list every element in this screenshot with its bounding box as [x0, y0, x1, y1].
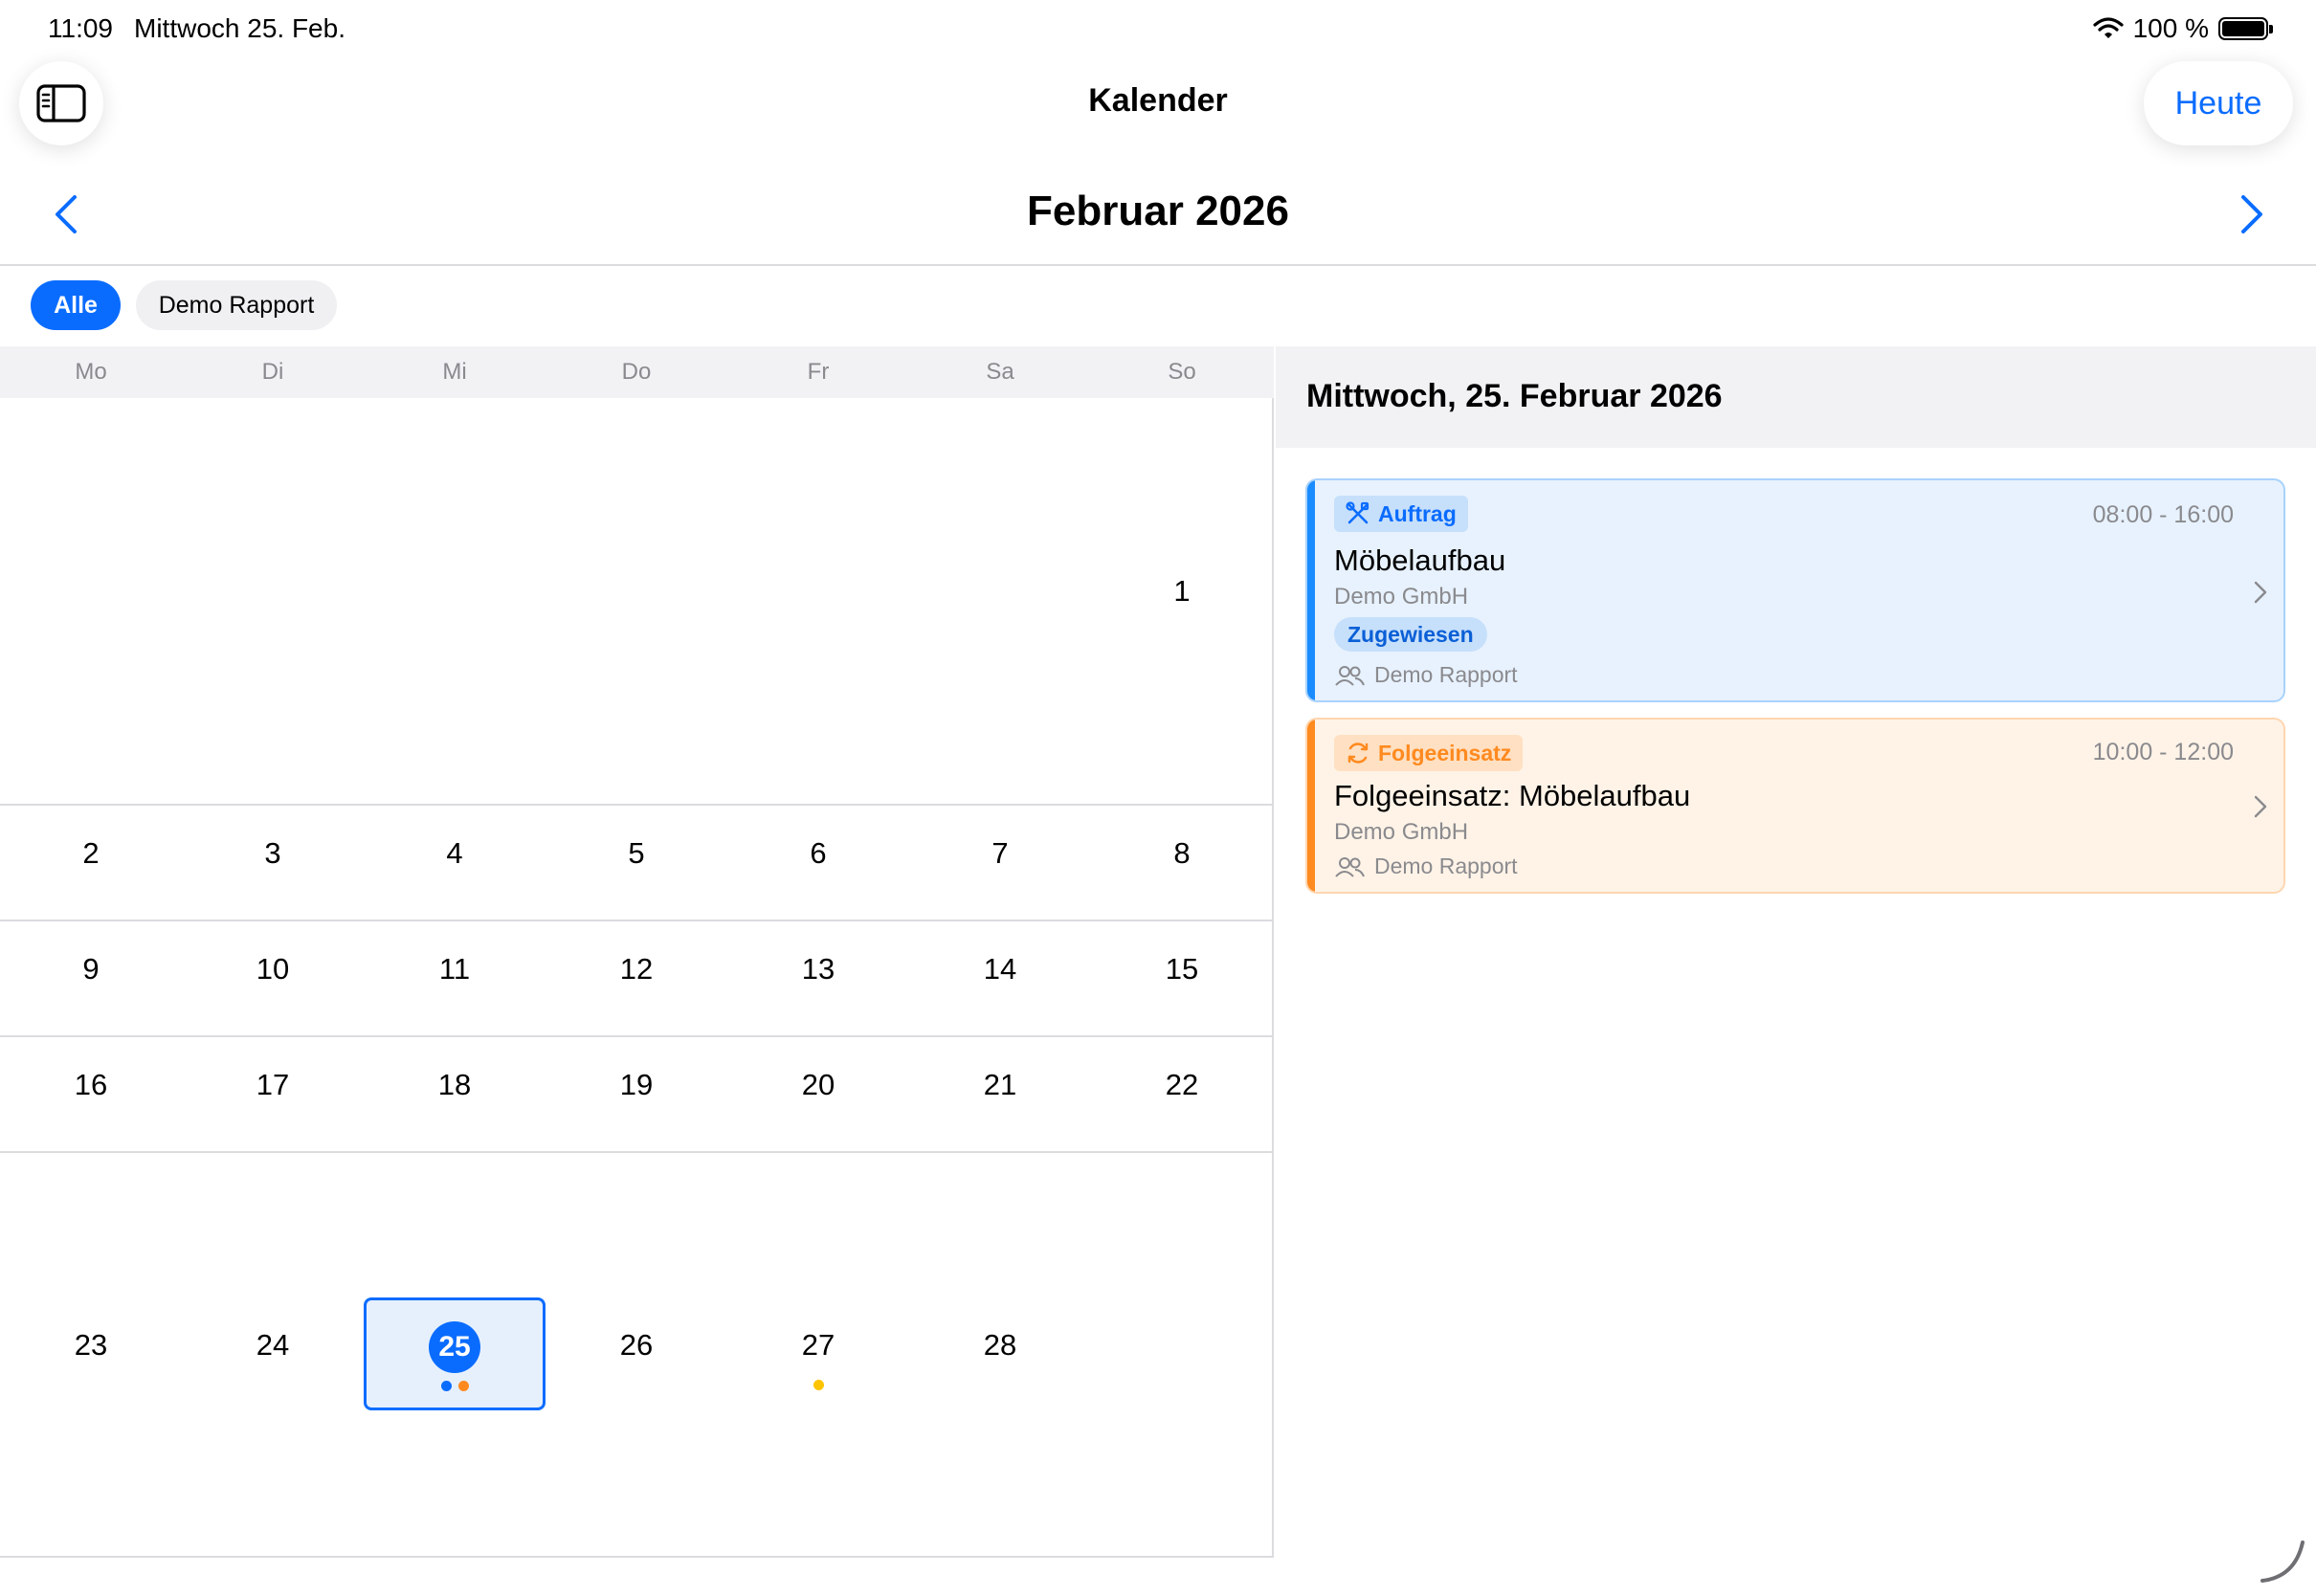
day-cell[interactable]: 16 — [0, 1068, 182, 1102]
selected-day-number: 25 — [429, 1320, 480, 1373]
day-cell[interactable]: 1 — [1091, 574, 1273, 609]
day-cell[interactable]: 24 — [182, 1328, 364, 1363]
resize-handle-icon[interactable] — [2259, 1537, 2306, 1585]
day-cell[interactable]: 23 — [0, 1328, 182, 1363]
day-cell[interactable]: 19 — [546, 1068, 727, 1102]
day-cell-empty — [727, 574, 909, 609]
day-cell[interactable]: 27 — [727, 1328, 909, 1363]
weekday-label: Mi — [442, 359, 467, 385]
day-cell-empty — [546, 574, 727, 609]
day-cell-empty — [1091, 1328, 1273, 1363]
event-dot — [813, 1380, 824, 1390]
event-time: 08:00 - 16:00 — [2092, 501, 2234, 528]
header-divider — [0, 264, 2316, 266]
day-cell[interactable]: 6 — [727, 836, 909, 871]
battery-icon — [2218, 17, 2273, 40]
day-cell[interactable]: 14 — [909, 952, 1091, 986]
week-row: 2 3 4 5 6 7 8 — [0, 836, 1273, 871]
event-team: Demo Rapport — [1334, 662, 1518, 688]
wifi-icon — [2092, 17, 2124, 38]
weekday-header: Mo Di Mi Do Fr Sa So — [0, 346, 1274, 398]
status-indicators: 100 % — [2092, 13, 2273, 44]
battery-percent: 100 % — [2132, 13, 2209, 43]
people-icon — [1335, 856, 1365, 877]
event-status-badge: Zugewiesen — [1334, 617, 1487, 652]
event-card-auftrag[interactable]: Auftrag 08:00 - 16:00 Möbelaufbau Demo G… — [1305, 478, 2285, 702]
day-cell[interactable]: 11 — [364, 952, 546, 986]
today-button[interactable]: Heute — [2144, 61, 2293, 145]
event-type-label: Auftrag — [1378, 500, 1457, 526]
chevron-right-icon — [2254, 581, 2267, 604]
event-dot-folgeeinsatz — [457, 1380, 469, 1391]
day-cell[interactable]: 15 — [1091, 952, 1273, 986]
filter-chip-alle[interactable]: Alle — [31, 280, 121, 330]
page-title: Kalender — [1088, 82, 1228, 119]
week-row: 9 10 11 12 13 14 15 — [0, 952, 1273, 986]
day-cell[interactable]: 22 — [1091, 1068, 1273, 1102]
event-type-badge: Folgeeinsatz — [1334, 735, 1524, 771]
day-cell[interactable]: 20 — [727, 1068, 909, 1102]
event-customer: Demo GmbH — [1334, 584, 1469, 610]
day-cell[interactable]: 13 — [727, 952, 909, 986]
day-detail-title: Mittwoch, 25. Februar 2026 — [1306, 378, 1723, 414]
day-cell[interactable]: 18 — [364, 1068, 546, 1102]
event-customer: Demo GmbH — [1334, 819, 1469, 845]
day-cell[interactable]: 2 — [0, 836, 182, 871]
day-cell-empty — [0, 574, 182, 609]
event-title: Folgeeinsatz: Möbelaufbau — [1334, 779, 1691, 812]
day-cell[interactable]: 5 — [546, 836, 727, 871]
event-dots — [440, 1380, 469, 1391]
day-cell-empty — [182, 574, 364, 609]
week-row: 23 24 25 26 27 28 — [0, 1328, 1273, 1363]
day-cell[interactable]: 26 — [546, 1328, 727, 1363]
tools-icon — [1346, 501, 1370, 524]
day-cell-selected[interactable]: 25 — [364, 1297, 546, 1410]
weekday-label: Sa — [986, 359, 1014, 385]
status-date: Mittwoch 25. Feb. — [134, 13, 345, 43]
day-cell-empty — [364, 574, 546, 609]
week-divider — [0, 1035, 1274, 1037]
day-cell[interactable]: 9 — [0, 952, 182, 986]
weekday-label: Mo — [75, 359, 107, 385]
day-cell[interactable]: 4 — [364, 836, 546, 871]
week-row: 16 17 18 19 20 21 22 — [0, 1068, 1273, 1102]
week-row: 1 — [0, 574, 1273, 609]
event-type-badge: Auftrag — [1334, 496, 1468, 532]
people-icon — [1335, 665, 1365, 686]
week-divider — [0, 920, 1274, 921]
event-time: 10:00 - 12:00 — [2092, 739, 2234, 765]
day-cell[interactable]: 8 — [1091, 836, 1273, 871]
event-card-folgeeinsatz[interactable]: Folgeeinsatz 10:00 - 12:00 Folgeeinsatz:… — [1305, 718, 2285, 894]
weekday-label: Di — [261, 359, 284, 385]
weekday-label: So — [1168, 359, 1196, 385]
day-cell[interactable]: 12 — [546, 952, 727, 986]
filter-chip-demo-rapport[interactable]: Demo Rapport — [136, 280, 337, 330]
chevron-right-icon[interactable] — [2232, 193, 2270, 235]
day-cell[interactable]: 17 — [182, 1068, 364, 1102]
week-divider — [0, 1151, 1274, 1153]
refresh-icon — [1347, 743, 1369, 764]
event-team-label: Demo Rapport — [1374, 662, 1518, 687]
event-accent-bar — [1307, 720, 1315, 892]
status-time: 11:09 — [48, 13, 113, 43]
day-cell-empty — [909, 574, 1091, 609]
day-cell[interactable]: 7 — [909, 836, 1091, 871]
weekday-label: Fr — [807, 359, 830, 385]
week-divider — [0, 804, 1274, 806]
weekday-label: Do — [621, 359, 652, 385]
day-cell[interactable]: 28 — [909, 1328, 1091, 1363]
event-accent-bar — [1307, 480, 1315, 700]
chevron-right-icon — [2254, 795, 2267, 818]
event-team: Demo Rapport — [1334, 853, 1518, 879]
month-title: Februar 2026 — [1027, 188, 1289, 234]
day-cell[interactable]: 21 — [909, 1068, 1091, 1102]
event-type-label: Folgeeinsatz — [1378, 740, 1512, 765]
event-team-label: Demo Rapport — [1374, 853, 1518, 878]
event-dot-auftrag — [440, 1380, 452, 1391]
day-cell[interactable]: 3 — [182, 836, 364, 871]
day-cell[interactable]: 10 — [182, 952, 364, 986]
event-title: Möbelaufbau — [1334, 543, 1506, 577]
